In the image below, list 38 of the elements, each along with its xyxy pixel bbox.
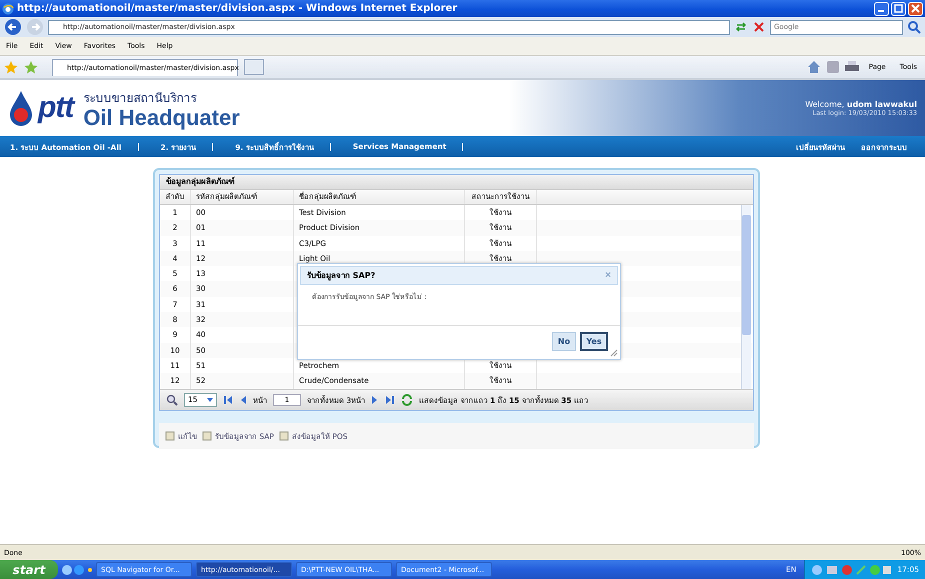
tray-icons-drawing[interactable]: [811, 564, 892, 576]
refresh-icon[interactable]: [401, 394, 414, 406]
dialog-title: รับข้อมูลจาก SAP?: [307, 270, 376, 282]
dropdown-arrow-icon: [206, 396, 214, 404]
minimize-button[interactable]: [874, 2, 889, 16]
search-icon[interactable]: [907, 20, 921, 34]
header-subtitle: ระบบขายสถานีบริการ: [83, 90, 198, 106]
resize-grip-icon[interactable]: [610, 349, 618, 357]
home-icon[interactable]: [806, 60, 821, 74]
last-page-icon[interactable]: [385, 395, 396, 405]
search-icon[interactable]: [166, 394, 178, 406]
printer-icon[interactable]: [844, 61, 859, 73]
document-icon: [278, 431, 289, 441]
back-icon[interactable]: [4, 18, 22, 36]
next-page-icon[interactable]: [371, 395, 380, 405]
document-icon: [165, 431, 175, 441]
browser-icon: [2, 2, 14, 14]
stop-icon[interactable]: [752, 20, 766, 34]
dialog-button[interactable]: Yes: [580, 332, 608, 351]
welcome-text: Welcome, udom lawwakul: [805, 100, 917, 108]
logo-text: ptt: [38, 91, 74, 125]
quick-launch-icon[interactable]: [62, 564, 92, 576]
first-page-icon[interactable]: [223, 395, 233, 405]
refresh-icon[interactable]: [734, 20, 748, 34]
dialog-button[interactable]: No: [552, 332, 576, 351]
maximize-button[interactable]: [891, 2, 906, 16]
maximize-icon: [894, 4, 903, 13]
close-button[interactable]: [908, 2, 923, 16]
window-title: http://automationoil/master/master/division.aspx - Windows Internet Explorer: [17, 3, 458, 14]
grid-title: ข้อมูลกลุ่มผลิตภัณฑ์: [160, 175, 753, 190]
drop-logo-icon: [8, 90, 34, 126]
header-title: Oil Headquater: [83, 106, 240, 128]
start-button[interactable]: start: [0, 560, 58, 579]
prev-page-icon[interactable]: [239, 395, 247, 405]
star-icon[interactable]: [4, 60, 18, 74]
close-icon: [911, 4, 920, 13]
scrollbar[interactable]: [741, 205, 751, 389]
document-icon: [202, 431, 212, 441]
